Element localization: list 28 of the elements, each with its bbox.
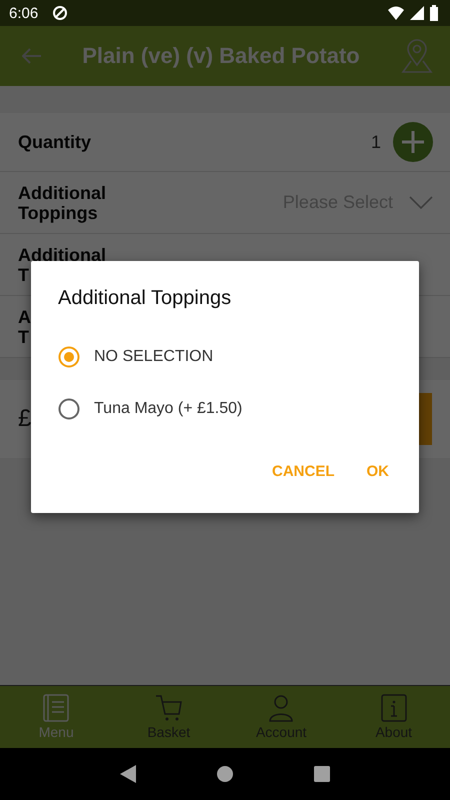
info-icon xyxy=(380,694,408,722)
radio-button[interactable] xyxy=(58,346,80,368)
quantity-label: Quantity xyxy=(18,132,92,152)
dialog-title: Additional Toppings xyxy=(58,287,232,310)
cart-icon xyxy=(154,694,183,722)
dialog-button[interactable]: OK xyxy=(362,457,393,486)
location-pin-icon[interactable] xyxy=(400,39,434,73)
option-label: Additional Toppings xyxy=(18,182,106,222)
quantity-value: 1 xyxy=(370,132,381,152)
option-label: A T xyxy=(18,306,31,346)
signal-icon xyxy=(410,6,424,20)
price-text: £ xyxy=(18,405,32,433)
page-title: Plain (ve) (v) Baked Potato xyxy=(81,43,361,69)
status-time: 6:06 xyxy=(9,4,38,22)
person-icon xyxy=(267,694,296,722)
choice-label[interactable]: NO SELECTION xyxy=(94,348,214,366)
dialog-button[interactable]: CANCEL xyxy=(268,457,338,486)
radio-button[interactable] xyxy=(58,398,80,420)
nav-tab[interactable]: Menu xyxy=(0,686,112,748)
plus-icon[interactable] xyxy=(393,122,433,162)
back-icon[interactable] xyxy=(120,765,136,783)
choice-label[interactable]: Tuna Mayo (+ £1.50) xyxy=(94,400,242,418)
battery-icon xyxy=(430,5,438,21)
home-icon[interactable] xyxy=(216,765,234,783)
book-icon xyxy=(42,694,70,722)
option-label: Additional T xyxy=(18,244,106,284)
chevron-down-icon[interactable] xyxy=(409,196,433,210)
wifi-icon xyxy=(388,6,404,20)
